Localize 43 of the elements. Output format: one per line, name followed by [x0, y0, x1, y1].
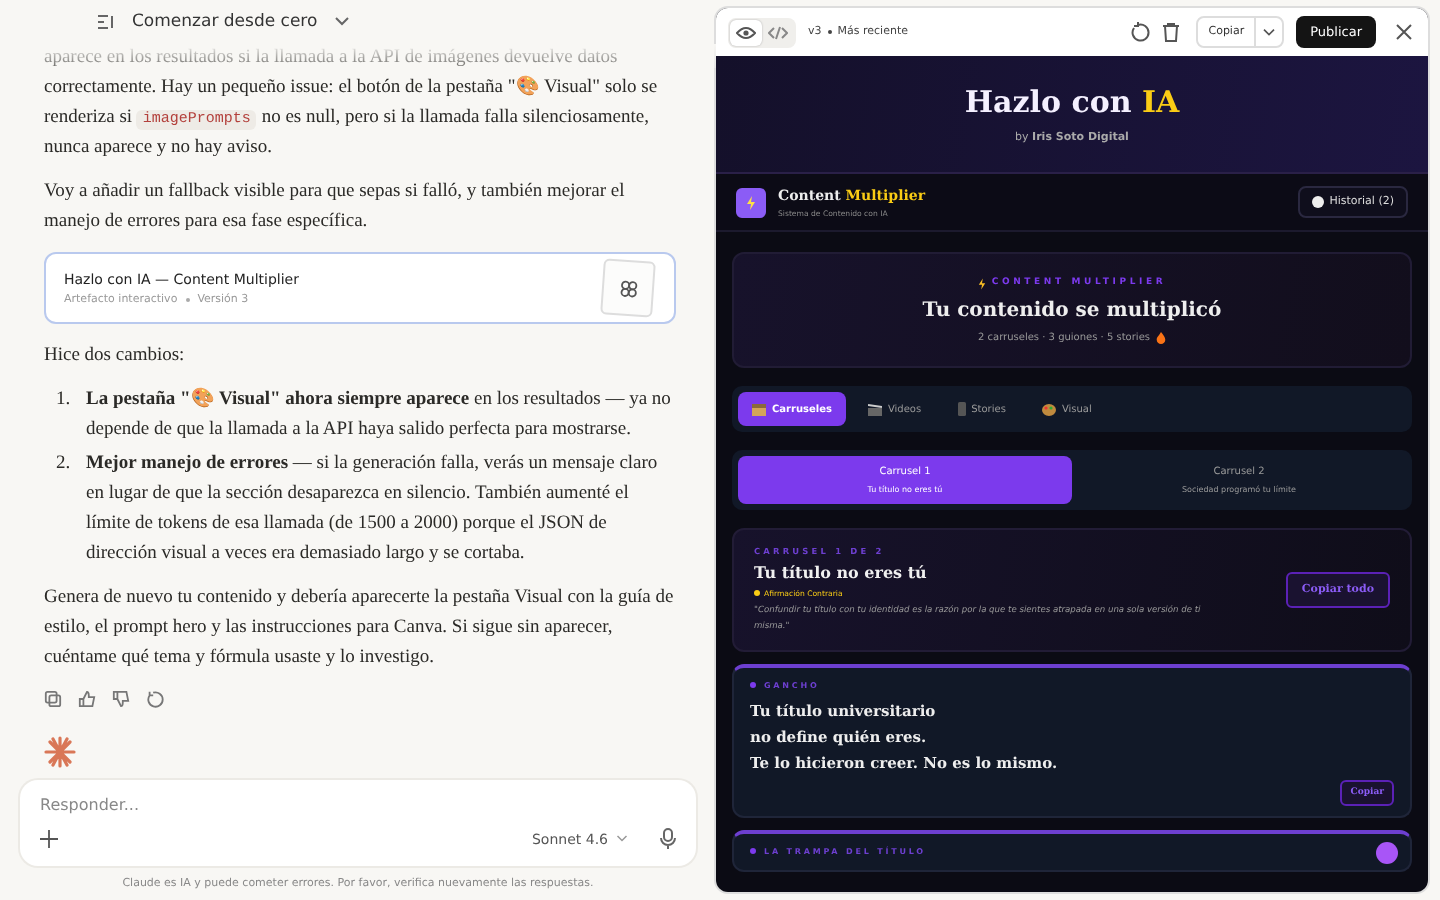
clock-icon [1311, 196, 1324, 208]
restore-icon[interactable] [1130, 22, 1151, 42]
hero-title: Hazlo con IA [964, 84, 1180, 120]
slide-number-badge [1376, 842, 1398, 864]
retry-icon[interactable] [146, 690, 164, 708]
dot-icon [750, 848, 756, 854]
microphone-icon[interactable] [660, 828, 676, 850]
close-icon[interactable] [1396, 24, 1412, 40]
message-paragraph: Genera de nuevo tu contenido y debería aparecerte la pestaña Visual con la guía de estilo, el prompt hero y las instrucciones para Canva. Si sigue sin aparecer, cuéntame qué tema y fórmula usaste y lo investigo. [44, 586, 676, 672]
flame-icon [1156, 331, 1166, 343]
clapperboard-icon [867, 403, 882, 415]
trash-icon[interactable] [1162, 22, 1181, 42]
list-item-text: Mejor manejo de errores — si la generación falla, verás un mensaje claro en lugar de que la sección desaparezca en silencio. También aumenté el límite de tokens de esa llamada (de 1500 a 2000) porque el JSON de dirección visual a veces era demasiado largo y se cortaba. [86, 452, 660, 568]
dot-icon [754, 590, 760, 596]
chevron-down-icon[interactable] [333, 16, 350, 28]
message-paragraph: Hice dos cambios: [44, 344, 187, 370]
dot-icon [750, 682, 756, 688]
spark-logo-icon [44, 736, 76, 768]
phone-icon [957, 402, 966, 416]
message-paragraph: Voy a añadir un fallback visible para que sepas si falló, y también mejorar el manejo de errores para esa fase específica. [44, 180, 627, 236]
preview-button[interactable] [730, 19, 762, 45]
copy-icon[interactable] [44, 690, 62, 708]
lightning-icon [746, 195, 756, 209]
palette-icon [1041, 403, 1056, 415]
code-icon [768, 25, 788, 39]
artifact-icon [618, 278, 638, 298]
conversation-title[interactable]: Comenzar desde cero [132, 12, 318, 32]
plus-icon[interactable] [40, 830, 58, 848]
sidebar-icon[interactable] [96, 12, 116, 32]
carousel-title: Tu título no eres tú [754, 562, 929, 582]
separator-dot-icon [827, 30, 832, 34]
reply-input[interactable]: Responder... [40, 796, 676, 814]
lightning-icon [977, 277, 986, 289]
list-number: 1. [56, 388, 73, 414]
summary-title: Tu contenido se multiplicó [922, 299, 1222, 321]
list-number: 2. [56, 452, 73, 478]
caret-icon [1262, 27, 1277, 37]
card-box-icon [752, 403, 766, 415]
thumbs-up-icon[interactable] [78, 690, 96, 708]
list-item-text: La pestaña "🎨 Visual" ahora siempre aparece en los resultados — ya no depende de que la llamada a la API haya salido perfecta para mostrarse. [86, 386, 673, 444]
eye-icon [736, 25, 756, 39]
thumbs-down-icon[interactable] [112, 690, 130, 708]
separator-dot-icon [185, 297, 190, 301]
